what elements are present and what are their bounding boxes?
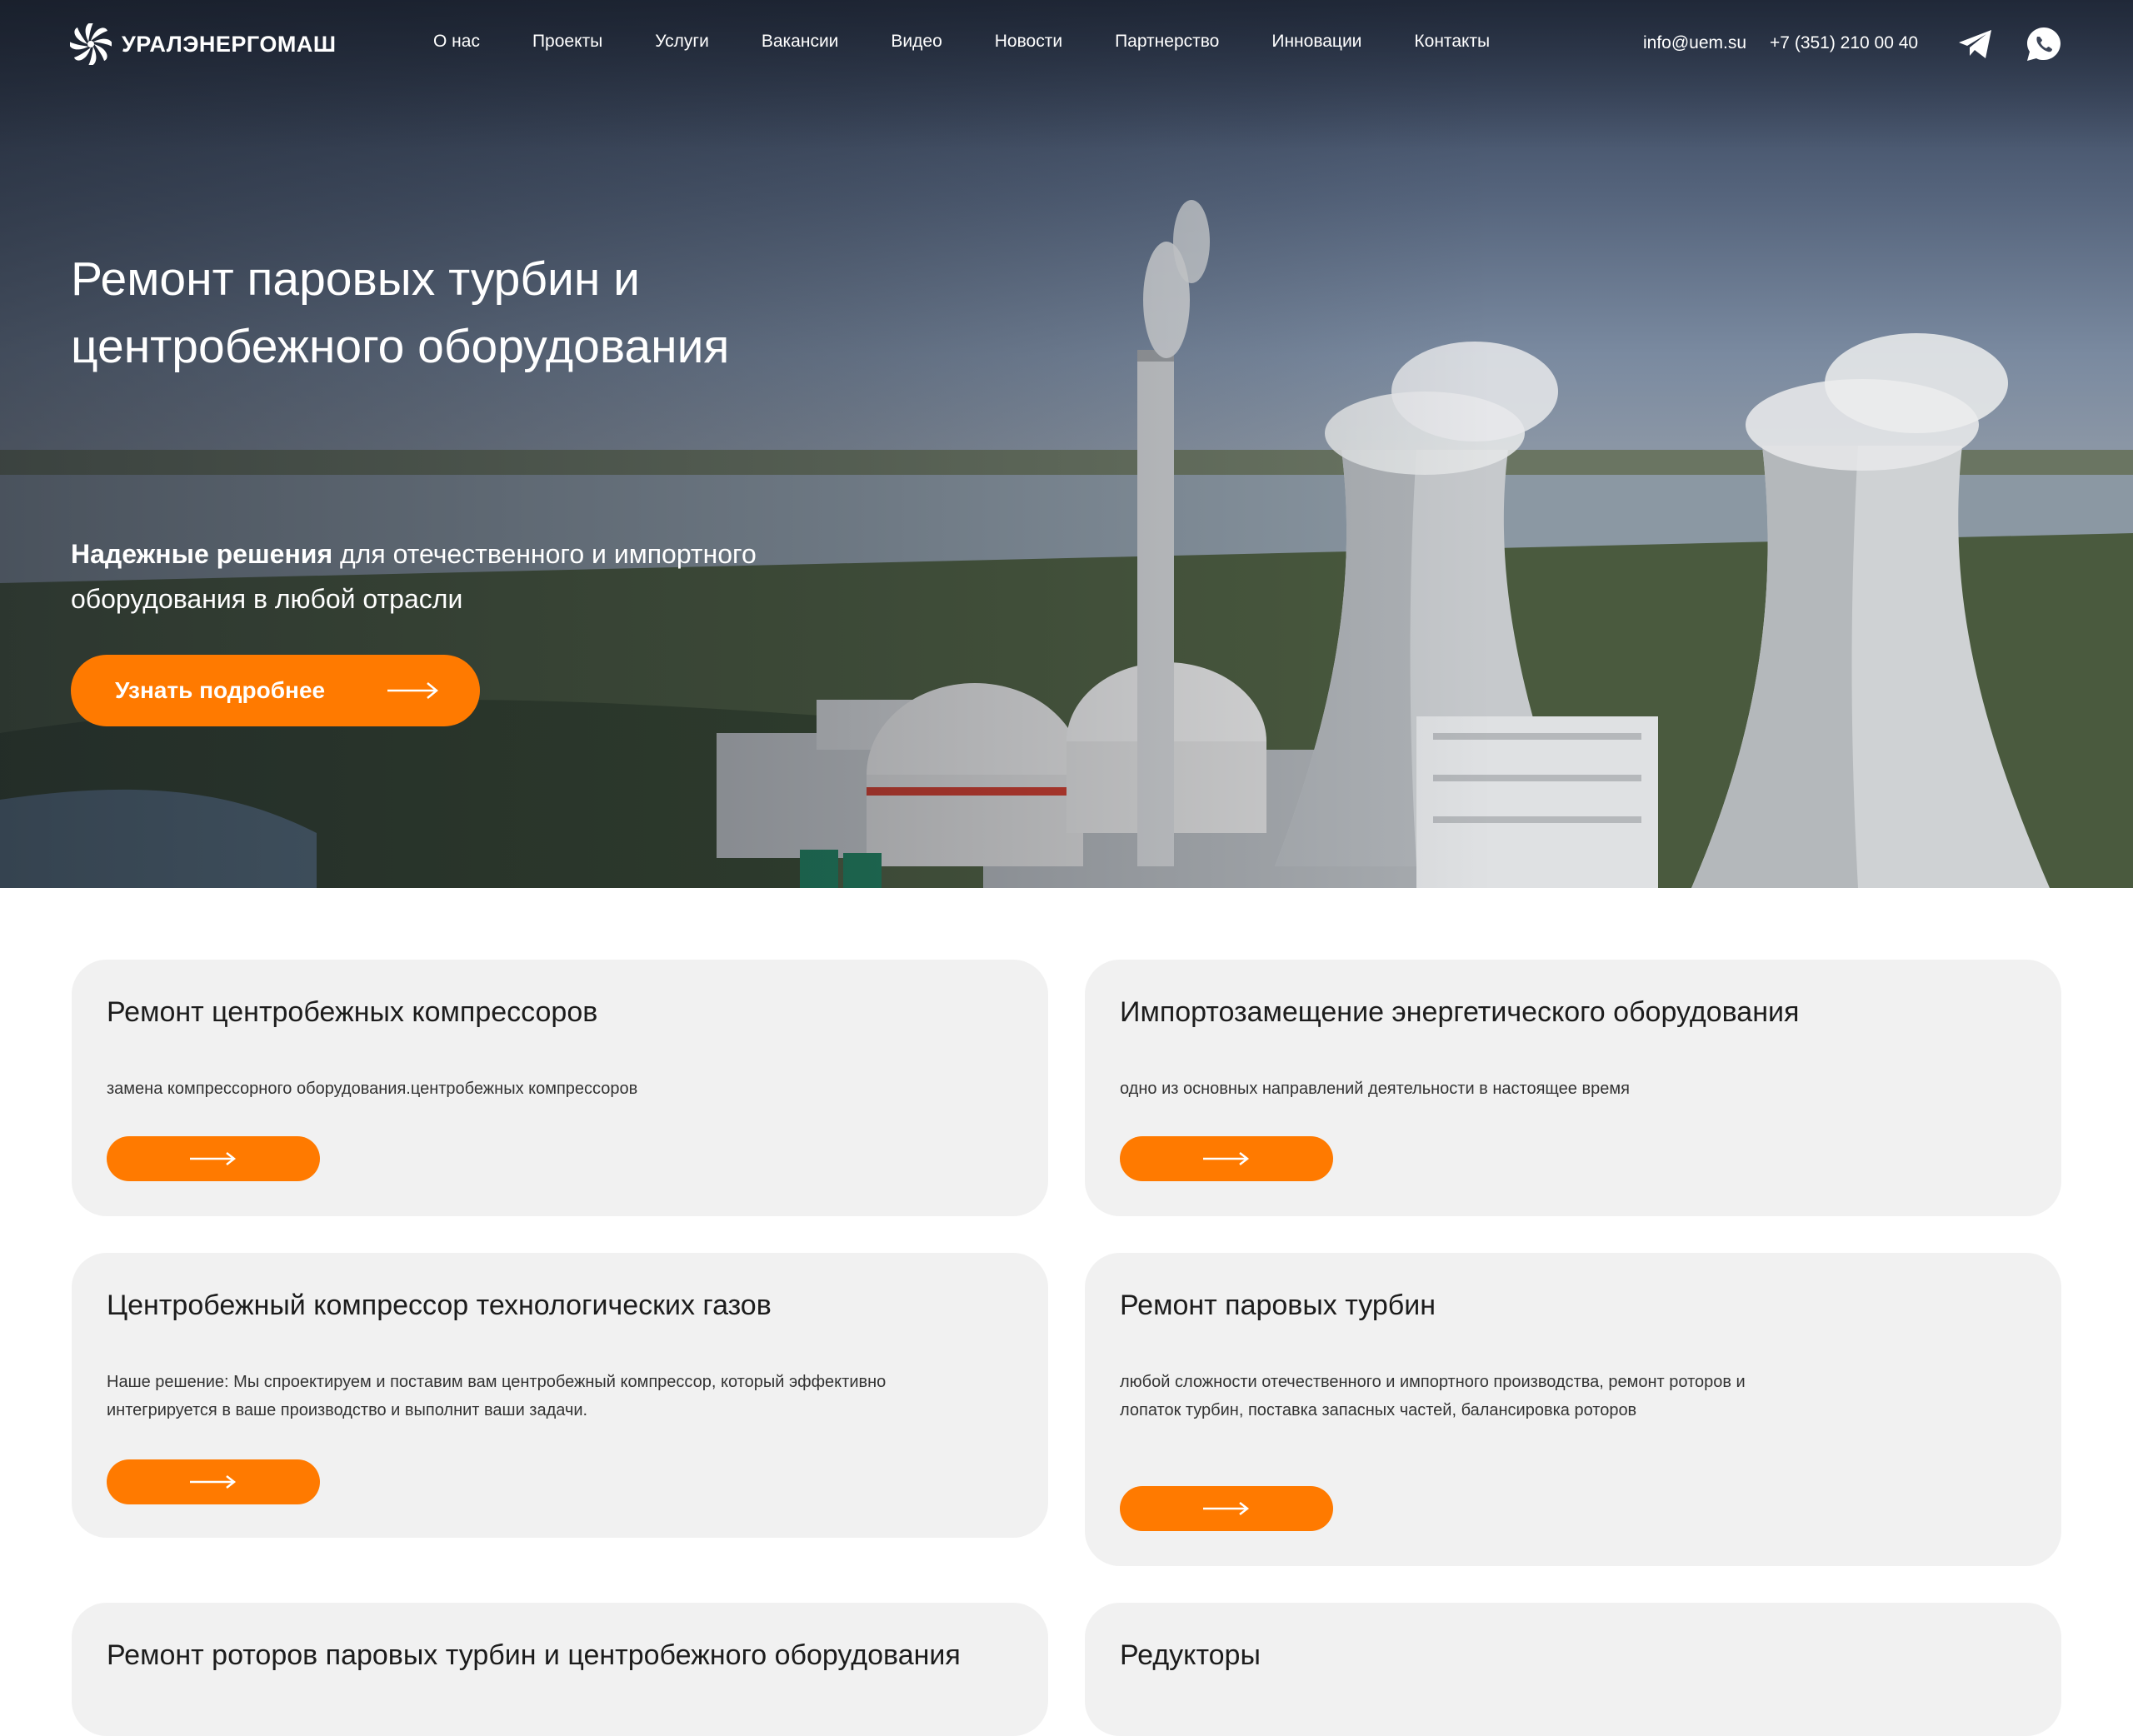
- telegram-icon[interactable]: [1956, 25, 1995, 63]
- nav-item-innovations[interactable]: Инновации: [1271, 32, 1361, 52]
- nav-item-about[interactable]: О нас: [433, 32, 480, 52]
- site-header: УРАЛЭНЕРГОМАШ О нас Проекты Услуги Вакан…: [0, 0, 2133, 92]
- nav-item-news[interactable]: Новости: [995, 32, 1062, 52]
- header-contacts: info@uem.su +7 (351) 210 00 40: [1643, 33, 1918, 53]
- nav-item-contacts[interactable]: Контакты: [1414, 32, 1490, 52]
- card-arrow-button[interactable]: [1120, 1486, 1333, 1531]
- card-title: Ремонт центробежных компрессоров: [107, 996, 598, 1028]
- nav-item-partnership[interactable]: Партнерство: [1115, 32, 1219, 52]
- learn-more-button[interactable]: Узнать подробнее: [71, 655, 480, 726]
- hero-subtitle-bold: Надежные решения: [71, 539, 333, 569]
- phone-link[interactable]: +7 (351) 210 00 40: [1770, 33, 1918, 53]
- card-arrow-button[interactable]: [107, 1459, 320, 1504]
- logo[interactable]: УРАЛЭНЕРГОМАШ: [70, 23, 337, 65]
- nav-item-vacancies[interactable]: Вакансии: [762, 32, 839, 52]
- card-arrow-button[interactable]: [1120, 1136, 1333, 1181]
- service-card[interactable]: Редукторы: [1085, 1603, 2061, 1736]
- service-card[interactable]: Ремонт роторов паровых турбин и центробе…: [72, 1603, 1048, 1736]
- whatsapp-icon[interactable]: [2025, 25, 2063, 63]
- card-title: Редукторы: [1120, 1639, 1261, 1671]
- arrow-right-icon: [190, 1475, 237, 1489]
- email-link[interactable]: info@uem.su: [1643, 33, 1746, 53]
- card-title: Ремонт роторов паровых турбин и центробе…: [107, 1639, 961, 1671]
- hero-subtitle: Надежные решения для отечественного и им…: [71, 531, 821, 621]
- logo-text: УРАЛЭНЕРГОМАШ: [122, 31, 337, 57]
- service-card[interactable]: Импортозамещение энергетического оборудо…: [1085, 960, 2061, 1216]
- card-description: Наше решение: Мы спроектируем и поставим…: [107, 1373, 887, 1419]
- main-nav: О нас Проекты Услуги Вакансии Видео Ново…: [433, 32, 1542, 52]
- hero-title: Ремонт паровых турбин и центробежного об…: [71, 252, 730, 373]
- arrow-right-icon: [1203, 1152, 1250, 1165]
- arrow-right-icon: [387, 682, 438, 699]
- nav-item-services[interactable]: Услуги: [655, 32, 709, 52]
- nav-item-video[interactable]: Видео: [891, 32, 942, 52]
- service-card[interactable]: Центробежный компрессор технологических …: [72, 1253, 1048, 1538]
- card-description: одно из основных направлений деятельност…: [1120, 1080, 1630, 1098]
- card-title: Импортозамещение энергетического оборудо…: [1120, 996, 1800, 1028]
- card-description: любой сложности отечественного и импортн…: [1120, 1373, 1746, 1419]
- learn-more-label: Узнать подробнее: [115, 677, 326, 703]
- arrow-right-icon: [190, 1152, 237, 1165]
- card-description: замена компрессорного оборудования.центр…: [107, 1080, 638, 1098]
- card-title: Ремонт паровых турбин: [1120, 1290, 1436, 1321]
- service-card[interactable]: Ремонт центробежных компрессоров замена …: [72, 960, 1048, 1216]
- service-card[interactable]: Ремонт паровых турбин любой сложности от…: [1085, 1253, 2061, 1566]
- card-title: Центробежный компрессор технологических …: [107, 1290, 772, 1321]
- nav-item-projects[interactable]: Проекты: [532, 32, 602, 52]
- hero-section: Ремонт паровых турбин и центробежного об…: [0, 0, 2133, 888]
- logo-turbine-icon: [70, 23, 112, 65]
- card-arrow-button[interactable]: [107, 1136, 320, 1181]
- arrow-right-icon: [1203, 1502, 1250, 1515]
